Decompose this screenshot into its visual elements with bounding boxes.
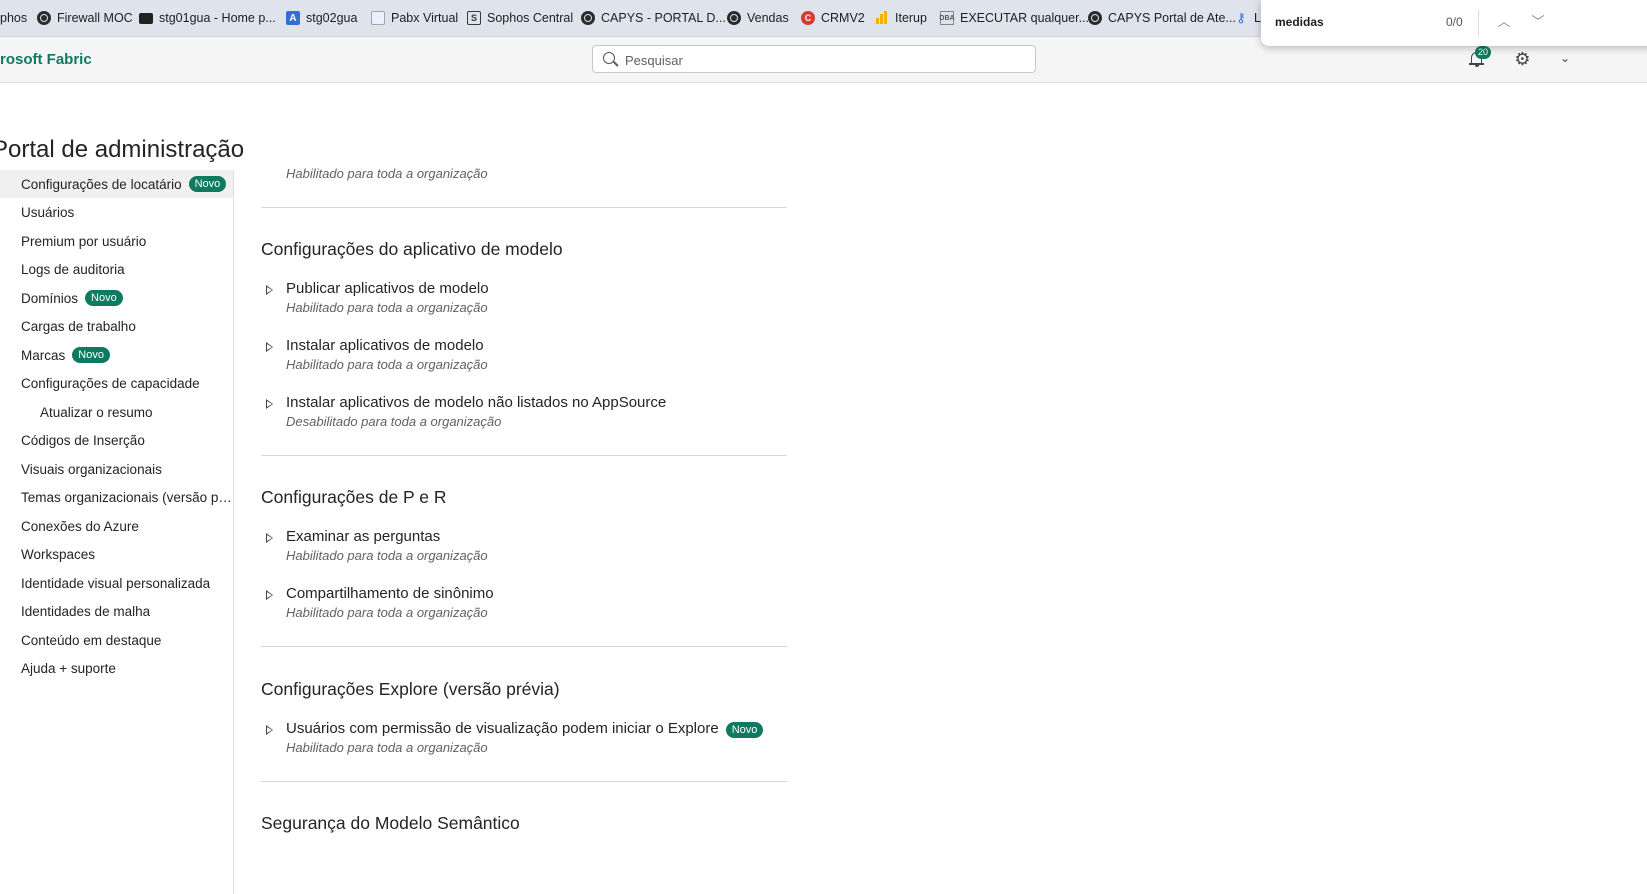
bookmark-executar[interactable]: DBA EXECUTAR qualquer... [939, 9, 1089, 27]
section-title-explore: Configurações Explore (versão prévia) [261, 679, 560, 699]
sidebar-item-audit-logs[interactable]: Logs de auditoria [0, 256, 233, 284]
section-divider [261, 646, 787, 647]
find-count: 0/0 [1446, 15, 1463, 29]
sidebar-item-org-visuals[interactable]: Visuais organizacionais [0, 455, 233, 483]
sidebar-item-custom-branding[interactable]: Identidade visual personalizada [0, 569, 233, 597]
setting-review-questions[interactable]: Examinar as perguntas Habilitado para to… [261, 528, 787, 570]
expand-chevron-icon[interactable] [266, 342, 273, 352]
bookmark-firewall-moc[interactable]: Firewall MOC [37, 9, 133, 27]
key-icon: ⚷ [1236, 10, 1246, 25]
expand-chevron-icon[interactable] [266, 533, 273, 543]
dba-icon: DBA [939, 11, 955, 25]
app-icon: A [286, 11, 300, 25]
sidebar-item-refresh-summary[interactable]: Atualizar o resumo [0, 398, 233, 426]
sidebar-item-workloads[interactable]: Cargas de trabalho [0, 313, 233, 341]
sidebar-nav: Configurações de locatário Novo Usuários … [0, 170, 234, 894]
bookmark-l[interactable]: ⚷ L [1234, 9, 1261, 27]
setting-publish-template-apps[interactable]: Publicar aplicativos de modelo Habilitad… [261, 280, 787, 322]
expand-chevron-icon[interactable] [266, 399, 273, 409]
sidebar-item-azure-connections[interactable]: Conexões do Azure [0, 512, 233, 540]
globe-icon [37, 11, 51, 25]
brand-name[interactable]: rosoft Fabric [0, 51, 92, 68]
bookmark-crmv2[interactable]: C CRMV2 [801, 9, 865, 27]
setting-status: Habilitado para toda a organização [286, 357, 488, 372]
sidebar-item-workspaces[interactable]: Workspaces [0, 541, 233, 569]
device-icon [139, 12, 153, 24]
expand-chevron-icon[interactable] [266, 725, 273, 735]
setting-title: Examinar as perguntas [286, 528, 441, 545]
section-divider [261, 207, 787, 208]
bookmark-capys-portal-ate[interactable]: CAPYS Portal de Ate... [1088, 9, 1236, 27]
crm-icon: C [801, 11, 815, 25]
setting-title: Publicar aplicativos de modelo [286, 280, 489, 297]
setting-status: Habilitado para toda a organização [286, 605, 488, 620]
find-previous-button[interactable]: ︿ [1495, 13, 1513, 31]
section-title-template-apps: Configurações do aplicativo de modelo [261, 239, 563, 259]
bookmark-sophos-central[interactable]: S Sophos Central [467, 9, 573, 27]
setting-status: Habilitado para toda a organização [286, 740, 488, 755]
setting-title: Instalar aplicativos de modelo não lista… [286, 394, 667, 411]
search-icon [603, 52, 615, 64]
globe-icon [581, 11, 595, 25]
sidebar-item-featured-content[interactable]: Conteúdo em destaque [0, 626, 233, 654]
setting-status: Habilitado para toda a organização [286, 300, 488, 315]
expand-chevron-icon[interactable] [266, 285, 273, 295]
find-bar: medidas 0/0 ︿ ﹀ [1261, 0, 1647, 46]
sidebar-item-tenant-settings[interactable]: Configurações de locatário Novo [0, 170, 233, 198]
setting-status: Habilitado para toda a organização [286, 548, 488, 563]
setting-install-unlisted-template-apps[interactable]: Instalar aplicativos de modelo não lista… [261, 394, 787, 436]
new-badge: Novo [85, 290, 123, 306]
sophos-s-icon: S [467, 11, 481, 25]
find-input[interactable]: medidas [1275, 15, 1324, 29]
bookmark-pabx-virtual[interactable]: Pabx Virtual [371, 9, 458, 27]
bookmark-iterup[interactable]: Iterup [875, 9, 927, 27]
bookmark-vendas[interactable]: Vendas [727, 9, 789, 27]
section-title-semantic-model-security: Segurança do Modelo Semântico [261, 813, 520, 833]
sidebar-item-capacity-settings[interactable]: Configurações de capacidade [0, 370, 233, 398]
section-divider [261, 455, 787, 456]
search-input[interactable] [623, 50, 1027, 70]
sidebar-item-premium-per-user[interactable]: Premium por usuário [0, 227, 233, 255]
bookmark-sophos[interactable]: phos [0, 9, 27, 27]
sidebar-item-fabric-identities[interactable]: Identidades de malha [0, 598, 233, 626]
sidebar-item-help-support[interactable]: Ajuda + suporte [0, 655, 233, 683]
bookmark-stg01gua[interactable]: stg01gua - Home p... [139, 9, 276, 27]
sidebar-item-embed-codes[interactable]: Códigos de Inserção [0, 427, 233, 455]
new-badge: Novo [188, 176, 227, 192]
sidebar-item-users[interactable]: Usuários [0, 199, 233, 227]
sidebar-item-org-themes[interactable]: Temas organizacionais (versão pré... [0, 484, 233, 512]
setting-status: Habilitado para toda a organização [286, 166, 488, 181]
setting-title: Usuários com permissão de visualização p… [286, 720, 764, 738]
bookmark-stg02gua[interactable]: Astg02gua [286, 9, 357, 27]
grid-icon [371, 11, 385, 25]
settings-gear-icon[interactable]: ⚙ [1514, 50, 1531, 68]
globe-icon [1088, 11, 1102, 25]
bookmark-capys-portal[interactable]: CAPYS - PORTAL D... [581, 9, 726, 27]
new-badge: Novo [72, 347, 110, 363]
search-box[interactable] [592, 45, 1036, 73]
globe-icon [727, 11, 741, 25]
expand-chevron-icon[interactable] [266, 590, 273, 600]
bars-icon [875, 11, 889, 25]
page-title: Portal de administração [0, 136, 245, 164]
setting-status: Desabilitado para toda a organização [286, 414, 502, 429]
section-title-qna: Configurações de P e R [261, 487, 447, 507]
setting-viewers-start-explore[interactable]: Usuários com permissão de visualização p… [261, 720, 787, 762]
setting-title: Instalar aplicativos de modelo [286, 337, 484, 354]
more-icon[interactable]: ⌄ [1560, 51, 1570, 65]
setting-synonym-sharing[interactable]: Compartilhamento de sinônimo Habilitado … [261, 585, 787, 627]
find-separator [1478, 10, 1479, 36]
setting-install-template-apps[interactable]: Instalar aplicativos de modelo Habilitad… [261, 337, 787, 379]
new-badge: Novo [725, 722, 764, 738]
find-next-button[interactable]: ﹀ [1529, 13, 1547, 31]
setting-title: Compartilhamento de sinônimo [286, 585, 494, 602]
notification-count-badge: 20 [1475, 46, 1491, 59]
sidebar-item-tags[interactable]: Marcas Novo [0, 341, 233, 369]
section-divider [261, 781, 787, 782]
sidebar-item-domains[interactable]: Domínios Novo [0, 284, 233, 312]
